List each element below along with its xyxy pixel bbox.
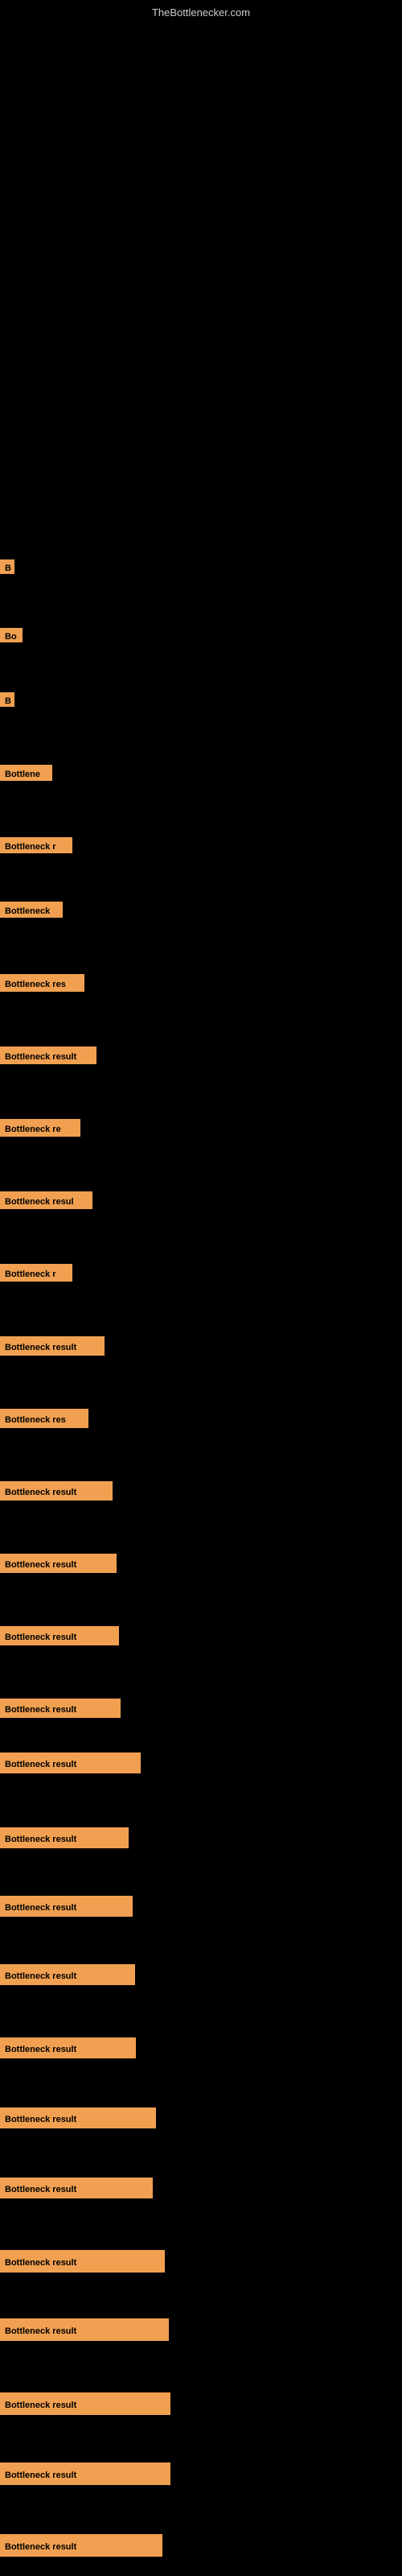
label-27: Bottleneck result (0, 2392, 170, 2415)
label-26: Bottleneck result (0, 2318, 169, 2341)
label-15: Bottleneck result (0, 1554, 117, 1573)
label-16: Bottleneck result (0, 1626, 119, 1645)
label-7: Bottleneck res (0, 974, 84, 992)
label-24: Bottleneck result (0, 2178, 153, 2198)
label-20: Bottleneck result (0, 1896, 133, 1917)
label-8: Bottleneck result (0, 1046, 96, 1064)
label-11: Bottleneck r (0, 1264, 72, 1282)
label-12: Bottleneck result (0, 1336, 105, 1356)
label-1: B (0, 559, 14, 574)
label-6: Bottleneck (0, 902, 63, 918)
label-25: Bottleneck result (0, 2250, 165, 2273)
label-29: Bottleneck result (0, 2534, 162, 2557)
label-17: Bottleneck result (0, 1699, 121, 1718)
label-10: Bottleneck resul (0, 1191, 92, 1209)
label-28: Bottleneck result (0, 2462, 170, 2485)
label-3: B (0, 692, 14, 707)
label-2: Bo (0, 628, 23, 642)
label-18: Bottleneck result (0, 1752, 141, 1773)
label-19: Bottleneck result (0, 1827, 129, 1848)
label-13: Bottleneck res (0, 1409, 88, 1428)
label-21: Bottleneck result (0, 1964, 135, 1985)
label-23: Bottleneck result (0, 2107, 156, 2128)
label-9: Bottleneck re (0, 1119, 80, 1137)
site-title: TheBottlenecker.com (152, 6, 250, 19)
label-14: Bottleneck result (0, 1481, 113, 1501)
label-4: Bottlene (0, 765, 52, 781)
label-22: Bottleneck result (0, 2037, 136, 2058)
label-5: Bottleneck r (0, 837, 72, 853)
